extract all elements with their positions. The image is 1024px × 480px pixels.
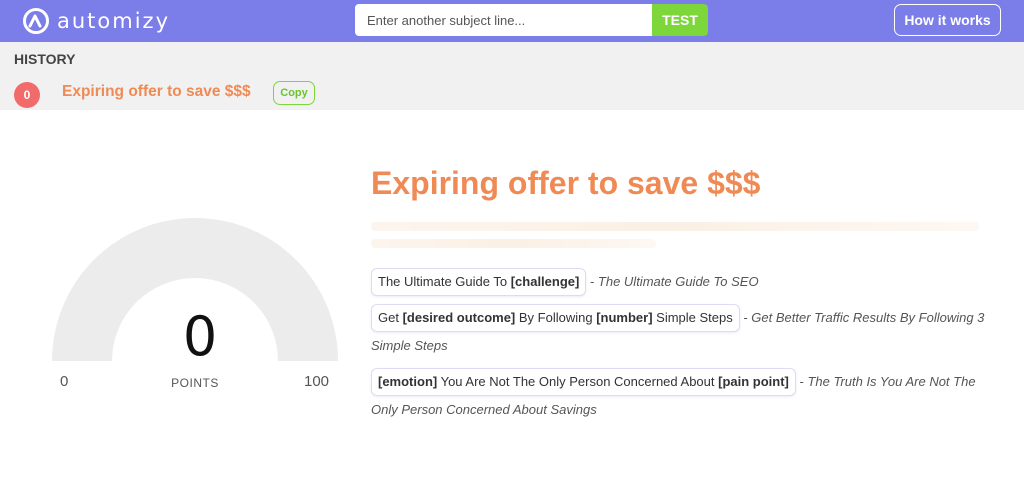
template-text: Simple Steps (652, 310, 733, 325)
how-it-works-button[interactable]: How it works (894, 4, 1001, 36)
gauge-min-label: 0 (60, 373, 69, 390)
template-text: The Ultimate Guide To (378, 274, 511, 289)
template-placeholder: [number] (596, 310, 653, 325)
score-unit-label: POINTS (171, 376, 219, 390)
top-bar: automizy TEST How it works (0, 0, 1024, 42)
gauge-max-label: 100 (304, 373, 330, 390)
copy-button[interactable]: Copy (273, 81, 315, 105)
test-button[interactable]: TEST (652, 4, 708, 36)
subject-line-input[interactable] (355, 4, 652, 36)
suggestion-list: The Ultimate Guide To [challenge] - The … (371, 268, 996, 432)
faded-description (371, 216, 991, 256)
subject-title: Expiring offer to save $$$ (371, 165, 761, 201)
history-panel: HISTORY 0 Expiring offer to save $$$ Cop… (0, 42, 1024, 110)
template-placeholder: [emotion] (378, 374, 438, 389)
suggestion-item: [emotion] You Are Not The Only Person Co… (371, 368, 996, 424)
template-placeholder: [challenge] (510, 274, 580, 289)
history-subject-line[interactable]: Expiring offer to save $$$ (62, 82, 251, 102)
template-text: You Are Not The Only Person Concerned Ab… (437, 374, 719, 389)
brand-logo[interactable]: automizy (22, 7, 170, 35)
suggestion-example: The Ultimate Guide To SEO (597, 274, 759, 289)
suggestion-item: The Ultimate Guide To [challenge] - The … (371, 268, 996, 296)
suggestion-separator: - (795, 374, 808, 389)
suggestion-item: Get [desired outcome] By Following [numb… (371, 304, 996, 360)
automizy-logo-icon (23, 8, 49, 34)
suggestion-template-chip[interactable]: [emotion] You Are Not The Only Person Co… (371, 368, 796, 396)
history-score-badge: 0 (14, 82, 40, 108)
history-heading: HISTORY (14, 51, 76, 67)
brand-name: automizy (57, 9, 171, 33)
suggestion-template-chip[interactable]: The Ultimate Guide To [challenge] (371, 268, 587, 296)
suggestion-separator: - (739, 310, 752, 325)
template-placeholder: [desired outcome] (402, 310, 516, 325)
template-text: Get (378, 310, 403, 325)
template-text: By Following (515, 310, 597, 325)
suggestion-template-chip[interactable]: Get [desired outcome] By Following [numb… (371, 304, 740, 332)
template-placeholder: [pain point] (718, 374, 789, 389)
score-value: 0 (182, 305, 218, 368)
suggestion-separator: - (586, 274, 598, 289)
